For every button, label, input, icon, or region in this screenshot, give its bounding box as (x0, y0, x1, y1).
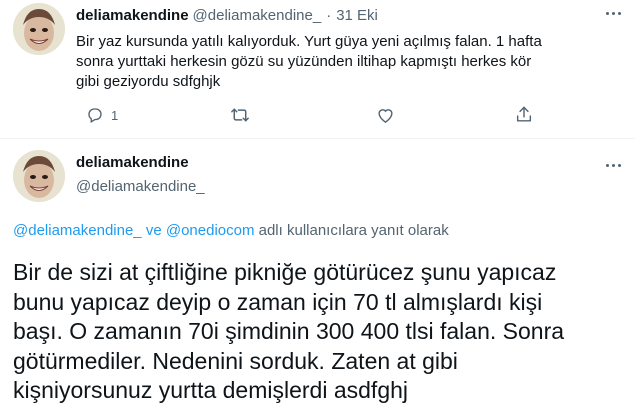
dot-separator: · (326, 6, 332, 24)
tweet-date[interactable]: 31 Eki (336, 7, 378, 24)
retweet-icon (231, 108, 249, 122)
reply-count: 1 (111, 107, 119, 123)
tweet-text-line: kişniyorsunuz yurtta demişlerdi asdfghj (13, 377, 409, 403)
avatar[interactable] (13, 150, 65, 202)
tweet-divider (0, 138, 635, 139)
reply-joiner: ve (145, 222, 162, 239)
more-icon[interactable] (604, 10, 622, 16)
retweet-button[interactable] (230, 106, 250, 129)
tweet-text-line: götürmediler. Nedenini sorduk. Zaten at … (13, 347, 458, 374)
like-button[interactable] (376, 106, 395, 129)
more-icon[interactable] (604, 162, 622, 168)
display-name[interactable]: deliamakendine (76, 7, 189, 24)
like-icon (378, 109, 393, 123)
user-handle[interactable]: @deliamakendine_ (76, 178, 205, 195)
avatar-image (13, 3, 65, 55)
reply-icon (88, 108, 102, 123)
reply-to-user-link[interactable]: @onediocom (166, 222, 255, 239)
tweet-text-line: başı. O zamanın 70i şimdinin 300 400 tls… (13, 318, 565, 344)
avatar[interactable] (13, 3, 65, 55)
avatar-image (13, 150, 65, 202)
tweet-text-line: Bir de sizi at çiftliğine pikniğe götürü… (13, 259, 557, 285)
display-name[interactable]: deliamakendine (76, 154, 189, 171)
reply-to-user-link[interactable]: @deliamakendine_ (13, 222, 142, 239)
share-button[interactable] (515, 105, 533, 129)
reply-context: @deliamakendine_ ve @onediocom adlı kull… (13, 222, 449, 239)
reply-button[interactable]: 1 (86, 106, 118, 124)
share-icon (516, 106, 532, 122)
tweet1-header: deliamakendine @deliamakendine_ · 31 Eki (76, 5, 378, 25)
tweet1-text: Bir yaz kursunda yatılı kalıyorduk. Yurt… (76, 33, 542, 90)
reply-context-suffix: adlı kullanıcılara yanıt olarak (258, 222, 449, 239)
tweet2-text: Bir de sizi at çiftliğine pikniğe götürü… (13, 258, 564, 406)
tweet-text-line: bunu yapıcaz deyip o zaman için 70 tl al… (13, 288, 543, 315)
user-handle[interactable]: @deliamakendine_ (193, 7, 322, 24)
